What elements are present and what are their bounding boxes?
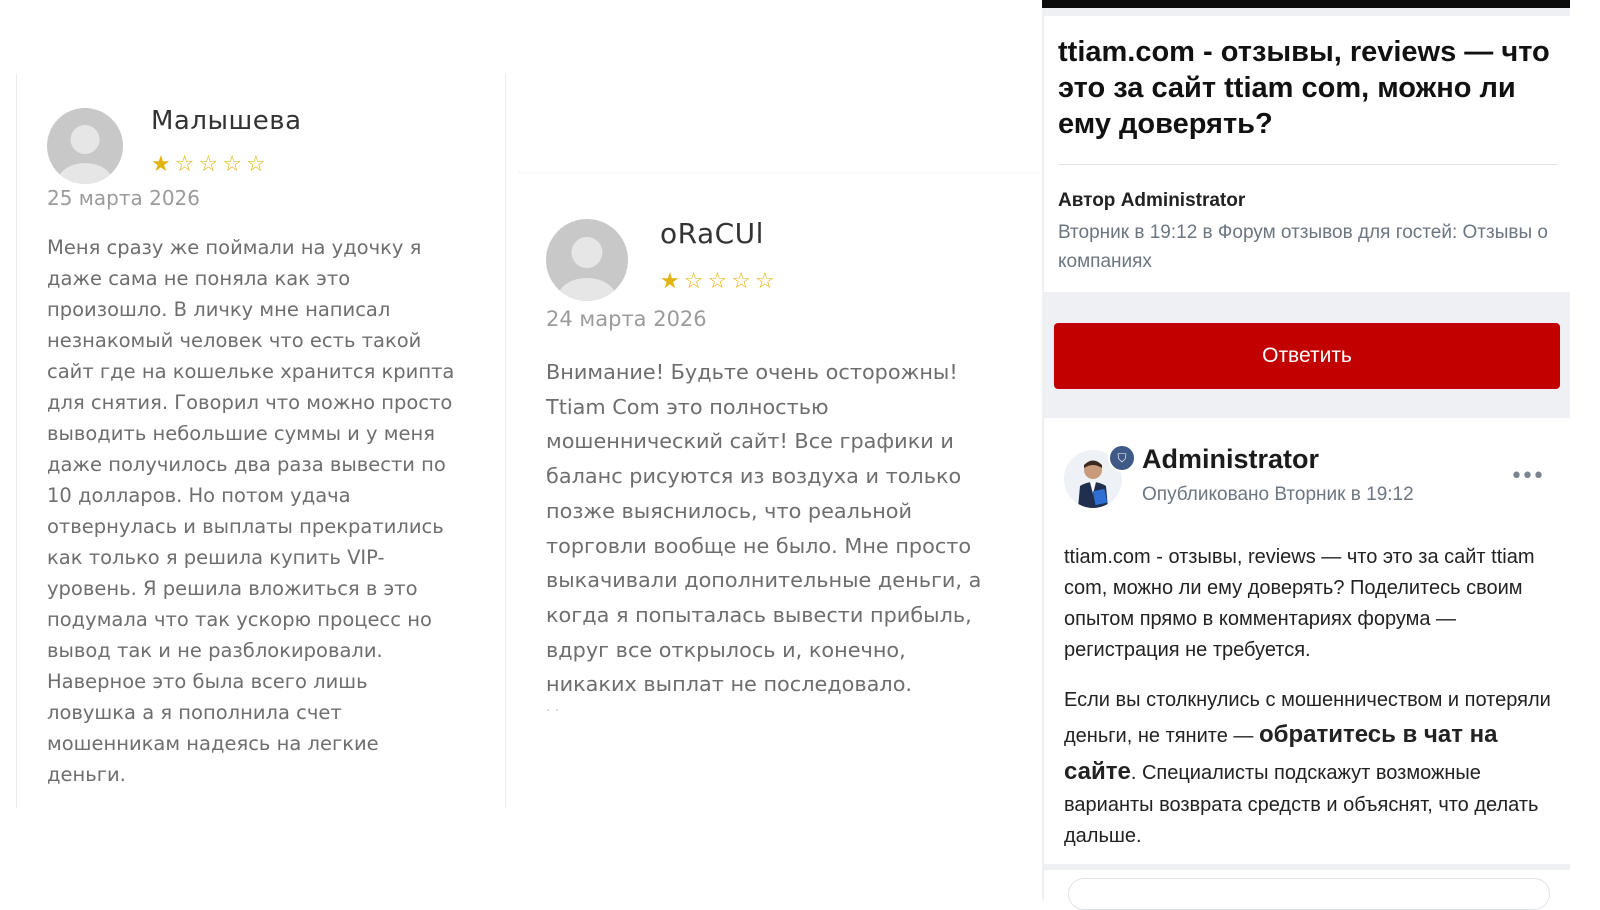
star-filled-icon: ★ [660, 269, 680, 294]
divider [1058, 164, 1558, 165]
review-date: 25 марта 2026 [47, 186, 201, 210]
post-content: ttiam.com - отзывы, reviews — что это за… [1064, 542, 1554, 871]
topic-meta[interactable]: Вторник в 19:12 в Форум отзывов для гост… [1058, 218, 1558, 276]
reply-button[interactable]: Ответить [1054, 323, 1560, 389]
post-text: . Специалисты подскажут возможные вариан… [1064, 762, 1539, 847]
forum-post: ⛉ Administrator Опубликовано Вторник в 1… [1044, 418, 1570, 864]
top-bar [1042, 0, 1570, 8]
topic-author[interactable]: Автор Administrator [1058, 190, 1245, 212]
star-empty-icon: ☆ [198, 152, 219, 177]
post-paragraph: Если вы столкнулись с мошенничеством и п… [1064, 685, 1554, 852]
review-text: Внимание! Будьте очень осторожны! Ttiam … [546, 360, 982, 697]
star-empty-icon: ☆ [245, 152, 266, 177]
topic-title: ttiam.com - отзывы, reviews — что это за… [1058, 36, 1550, 140]
star-filled-icon: ★ [151, 152, 171, 177]
post-author[interactable]: Administrator [1142, 444, 1319, 475]
next-post-preview [1044, 870, 1570, 910]
review-card: Малышева ★ ☆ ☆ ☆ ☆ 25 марта 2026 Меня сразу … [16, 74, 506, 808]
review-date: 24 марта 2026 [546, 307, 707, 331]
reviewer-name: Малышева [151, 106, 302, 136]
review-card: oRaCUl ★ ☆ ☆ ☆ ☆ 24 марта 2026 Внимание! Буд… [518, 172, 1040, 719]
star-empty-icon: ☆ [683, 269, 704, 294]
star-empty-icon: ☆ [222, 152, 242, 177]
star-empty-icon: ☆ [731, 269, 751, 294]
truncated-text-fade: · · [546, 703, 560, 719]
star-empty-icon: ☆ [174, 152, 195, 177]
post-paragraph: ttiam.com - отзывы, reviews — что это за… [1064, 546, 1535, 661]
rating-stars: ★ ☆ ☆ ☆ ☆ [660, 271, 775, 293]
rating-stars: ★ ☆ ☆ ☆ ☆ [151, 154, 266, 176]
reviewer-name: oRaCUl [660, 217, 764, 250]
user-avatar-icon [47, 108, 123, 184]
star-empty-icon: ☆ [707, 269, 728, 294]
more-options-icon[interactable]: ••• [1510, 464, 1545, 489]
review-text: Меня сразу же поймали на удочку я даже с… [47, 236, 455, 786]
moderator-shield-icon: ⛉ [1108, 444, 1136, 472]
forum-panel: ttiam.com - отзывы, reviews — что это за… [1042, 0, 1570, 910]
star-empty-icon: ☆ [754, 269, 775, 294]
topic-header: ttiam.com - отзывы, reviews — что это за… [1044, 16, 1570, 292]
user-avatar-icon [546, 219, 628, 301]
post-date: Опубликовано Вторник в 19:12 [1142, 484, 1414, 505]
